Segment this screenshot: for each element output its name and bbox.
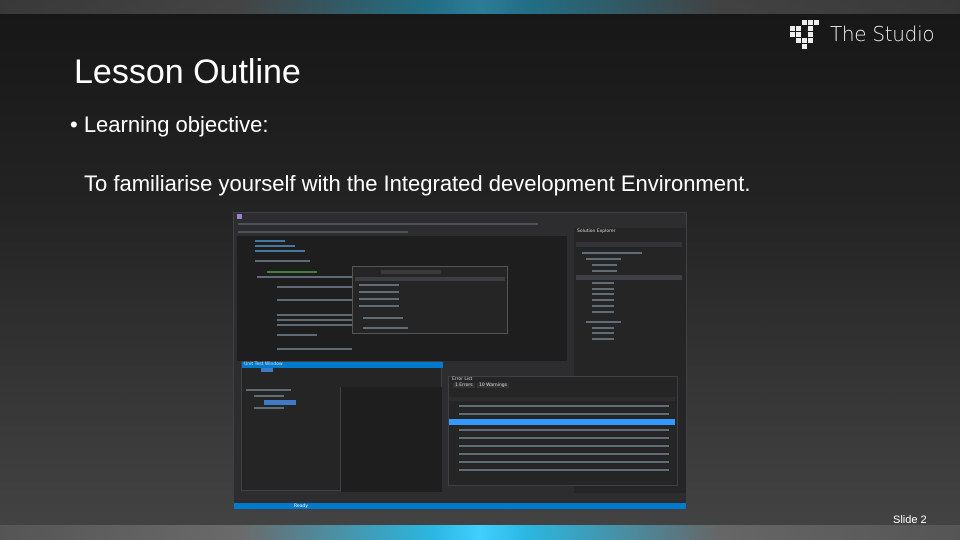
document-tabs (234, 228, 569, 236)
bullet-learning-objective: • Learning objective: (70, 112, 269, 137)
the-studio-logo: The Studio (788, 18, 935, 50)
slide-title: Lesson Outline (74, 53, 301, 91)
error-list-panel[interactable]: Error List 1 Errors 10 Warnings (448, 376, 678, 486)
status-bar: Ready (234, 503, 686, 509)
vs-logo-icon (237, 214, 242, 219)
logo-text: The Studio (830, 22, 935, 46)
objective-text: To familiarise yourself with the Integra… (84, 171, 751, 196)
decorative-bottom-stripe (0, 525, 960, 540)
decorative-top-stripe (0, 0, 960, 14)
solution-explorer-title: Solution Explorer (577, 229, 616, 234)
status-text: Ready (294, 504, 308, 509)
errors-tab[interactable]: 1 Errors (453, 383, 475, 388)
title-bar (234, 213, 686, 220)
unit-test-window-title: Unit Test Window (244, 362, 283, 367)
menu-bar (234, 220, 686, 228)
peek-popup[interactable] (352, 266, 508, 334)
slide-number: Slide 2 (893, 514, 927, 526)
warnings-tab[interactable]: 10 Warnings (477, 383, 510, 388)
visual-studio-screenshot: Solution Explorer Unit Test Window Error… (233, 212, 687, 510)
logo-mark-icon (788, 18, 820, 50)
unit-test-window[interactable]: Unit Test Window (241, 361, 443, 492)
error-list-title: Error List (452, 377, 473, 382)
